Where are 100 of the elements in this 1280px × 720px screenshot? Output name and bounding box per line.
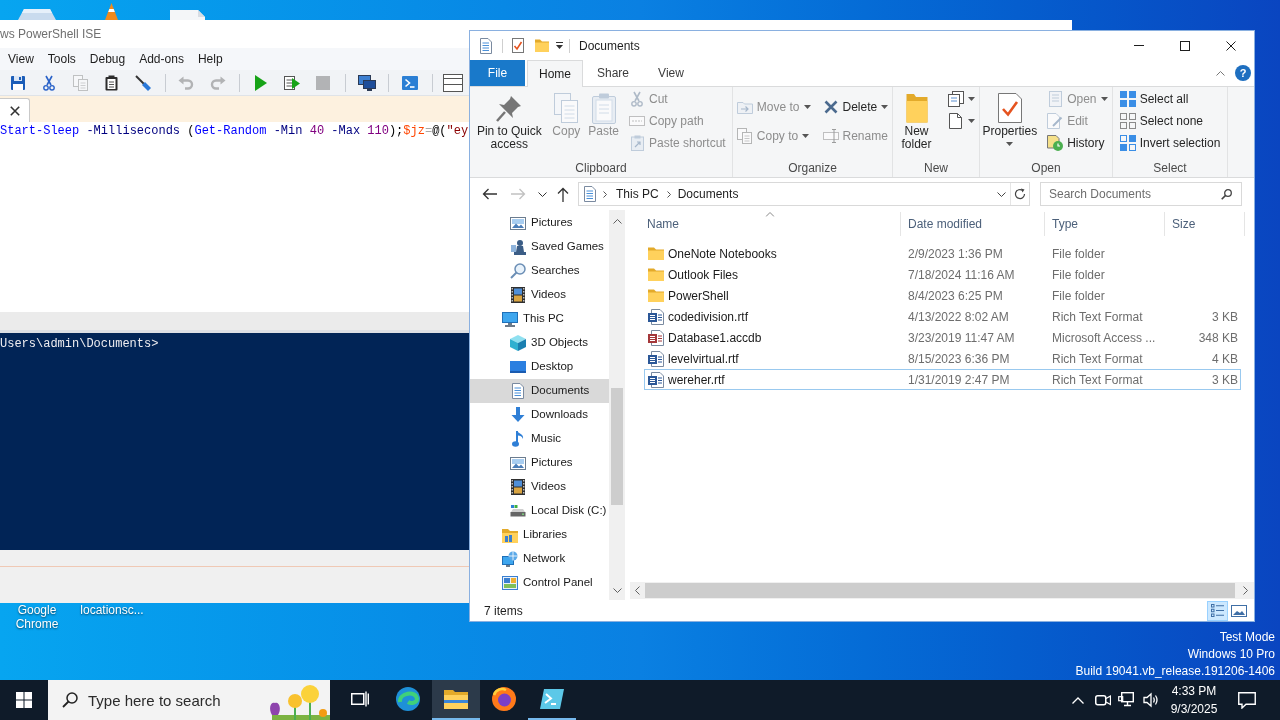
chevron-down-icon[interactable] bbox=[997, 191, 1006, 197]
close-icon[interactable] bbox=[1226, 40, 1236, 51]
close-icon[interactable] bbox=[9, 105, 20, 116]
nav-item[interactable]: Music bbox=[470, 427, 609, 451]
help-button[interactable]: ? bbox=[1235, 65, 1251, 81]
column-header[interactable]: Date modified bbox=[901, 212, 1045, 236]
menu-item[interactable]: Add-ons bbox=[132, 51, 191, 67]
back-arrow-icon[interactable] bbox=[481, 188, 497, 200]
scrollbar-thumb[interactable] bbox=[611, 388, 623, 505]
brush-icon[interactable] bbox=[134, 74, 151, 91]
document-icon[interactable] bbox=[480, 37, 492, 54]
up-arrow-icon[interactable] bbox=[557, 186, 569, 202]
clipboard-icon[interactable] bbox=[105, 74, 119, 91]
nav-item[interactable]: Saved Games bbox=[470, 235, 609, 259]
window-panes-icon[interactable] bbox=[443, 73, 464, 92]
file-row[interactable]: levelvirtual.rtf 8/15/2023 6:36 PM Rich Text Format 4 KB bbox=[644, 348, 1241, 369]
file-row[interactable]: OneNote Notebooks 2/9/2023 1:36 PM File folder bbox=[644, 243, 1241, 264]
network-icon[interactable] bbox=[1118, 692, 1134, 708]
refresh-icon[interactable] bbox=[1014, 188, 1026, 200]
column-header[interactable]: Type bbox=[1045, 212, 1165, 236]
chevron-right-icon[interactable] bbox=[666, 190, 671, 198]
nav-item[interactable]: 3D Objects bbox=[470, 331, 609, 355]
nav-item[interactable]: This PC bbox=[470, 307, 609, 331]
camera-icon[interactable] bbox=[1095, 692, 1111, 708]
code-line: Start-Sleep -Milliseconds (Get-Random -Min 40 -Max 110);$jz=@("ey bbox=[0, 123, 469, 139]
select-none-button[interactable]: Select none bbox=[1115, 110, 1225, 132]
clock[interactable]: 4:33 PM 9/3/2025 bbox=[1166, 682, 1222, 718]
terminal-icon bbox=[540, 689, 564, 709]
search-icon bbox=[510, 263, 526, 279]
console-pane[interactable]: Users\admin\Documents> bbox=[0, 333, 469, 550]
checked-document-icon bbox=[997, 93, 1022, 123]
menu-item[interactable]: View bbox=[1, 51, 41, 67]
ribbon-tab[interactable]: Share bbox=[585, 60, 641, 86]
file-row[interactable]: Database1.accdb 3/23/2019 11:47 AM Microsoft Access ... 348 KB bbox=[644, 327, 1241, 348]
menu-item[interactable]: Tools bbox=[40, 51, 83, 67]
nav-item[interactable]: Videos bbox=[470, 475, 609, 499]
nav-item[interactable]: Pictures bbox=[470, 211, 609, 235]
nav-item[interactable]: Control Panel bbox=[470, 571, 609, 595]
ribbon-tab[interactable]: Home bbox=[527, 60, 583, 87]
search-icon[interactable] bbox=[1221, 189, 1232, 200]
nav-item[interactable]: Downloads bbox=[470, 403, 609, 427]
properties-button[interactable]: Properties bbox=[980, 87, 1040, 159]
search-field[interactable]: Search Documents bbox=[1040, 182, 1242, 206]
file-row[interactable]: Outlook Files 7/18/2024 11:16 AM File folder bbox=[644, 264, 1241, 285]
chevron-down-icon[interactable] bbox=[537, 191, 547, 197]
taskbar-button[interactable] bbox=[432, 680, 480, 720]
nav-item[interactable]: Network bbox=[470, 547, 609, 571]
invert-selection-button[interactable]: Invert selection bbox=[1115, 132, 1225, 154]
column-header[interactable]: Size bbox=[1165, 212, 1245, 236]
scissors-icon[interactable] bbox=[41, 74, 56, 91]
checked-document-icon[interactable] bbox=[512, 38, 524, 53]
details-view-button[interactable] bbox=[1207, 600, 1228, 621]
caret-icon[interactable] bbox=[556, 42, 563, 49]
filled-squares-icon bbox=[1119, 91, 1136, 107]
speaker-icon[interactable] bbox=[1143, 692, 1159, 708]
nav-item[interactable]: Documents bbox=[470, 379, 609, 403]
window-title: ws PowerShell ISE bbox=[0, 26, 102, 42]
search-field[interactable]: Type here to search bbox=[48, 680, 330, 720]
new-folder-button[interactable]: New folder bbox=[893, 87, 940, 159]
maximize-icon[interactable] bbox=[1180, 40, 1190, 51]
chevron-down-icon[interactable] bbox=[612, 588, 622, 593]
nav-item[interactable]: Local Disk (C:) bbox=[470, 499, 609, 523]
desktop-text: Test Mode bbox=[1219, 629, 1275, 646]
breadcrumb-item[interactable]: This PC bbox=[616, 185, 659, 203]
file-row[interactable]: PowerShell 8/4/2023 6:25 PM File folder bbox=[644, 285, 1241, 306]
breadcrumb-item[interactable]: Documents bbox=[677, 185, 739, 203]
menu-item[interactable]: Help bbox=[190, 51, 230, 67]
script-tab[interactable] bbox=[0, 98, 30, 122]
history-button[interactable]: History bbox=[1043, 132, 1112, 154]
file-size: 3 KB bbox=[1212, 308, 1238, 326]
flowers-drawing bbox=[268, 684, 330, 720]
file-row[interactable]: wereher.rtf 1/31/2019 2:47 PM Rich Text Format 3 KB bbox=[644, 369, 1241, 390]
document-icon bbox=[648, 308, 664, 325]
script-editor[interactable]: Start-Sleep -Milliseconds (Get-Random -Min 40 -Max 110);$jz=@("ey bbox=[0, 122, 469, 312]
terminal-icon[interactable] bbox=[402, 74, 419, 91]
nav-item[interactable]: Pictures bbox=[470, 451, 609, 475]
nav-item[interactable]: Libraries bbox=[470, 523, 609, 547]
file-menu-tab[interactable]: File bbox=[470, 60, 525, 86]
chevron-right-icon[interactable] bbox=[603, 190, 607, 198]
chevron-left-icon[interactable] bbox=[635, 586, 640, 595]
notification-icon[interactable] bbox=[1238, 691, 1256, 709]
document-icon[interactable] bbox=[170, 10, 205, 20]
column-header[interactable]: Name bbox=[640, 212, 901, 236]
cone-icon[interactable] bbox=[105, 3, 118, 20]
task-view-icon bbox=[351, 691, 369, 707]
monitor-icon[interactable] bbox=[357, 74, 376, 91]
ribbon-tab[interactable]: View bbox=[643, 60, 699, 86]
address-bar[interactable]: This PC Documents bbox=[578, 182, 1030, 206]
nav-item[interactable]: Searches bbox=[470, 259, 609, 283]
nav-item[interactable]: Videos bbox=[470, 283, 609, 307]
file-row[interactable]: codedivision.rtf 4/13/2022 8:02 AM Rich Text Format 3 KB bbox=[644, 306, 1241, 327]
scrollbar-thumb[interactable] bbox=[645, 583, 1235, 598]
menu-item[interactable]: Debug bbox=[82, 51, 133, 67]
document-play-icon[interactable] bbox=[284, 74, 301, 91]
chevron-right-icon[interactable] bbox=[1243, 586, 1248, 595]
play-icon[interactable] bbox=[254, 74, 267, 91]
delete-button[interactable]: Delete bbox=[818, 96, 893, 118]
nav-item[interactable]: Desktop bbox=[470, 355, 609, 379]
pin-to-quick-access-button[interactable]: Pin to Quick access bbox=[472, 87, 547, 159]
select-all-button[interactable]: Select all bbox=[1115, 88, 1225, 110]
